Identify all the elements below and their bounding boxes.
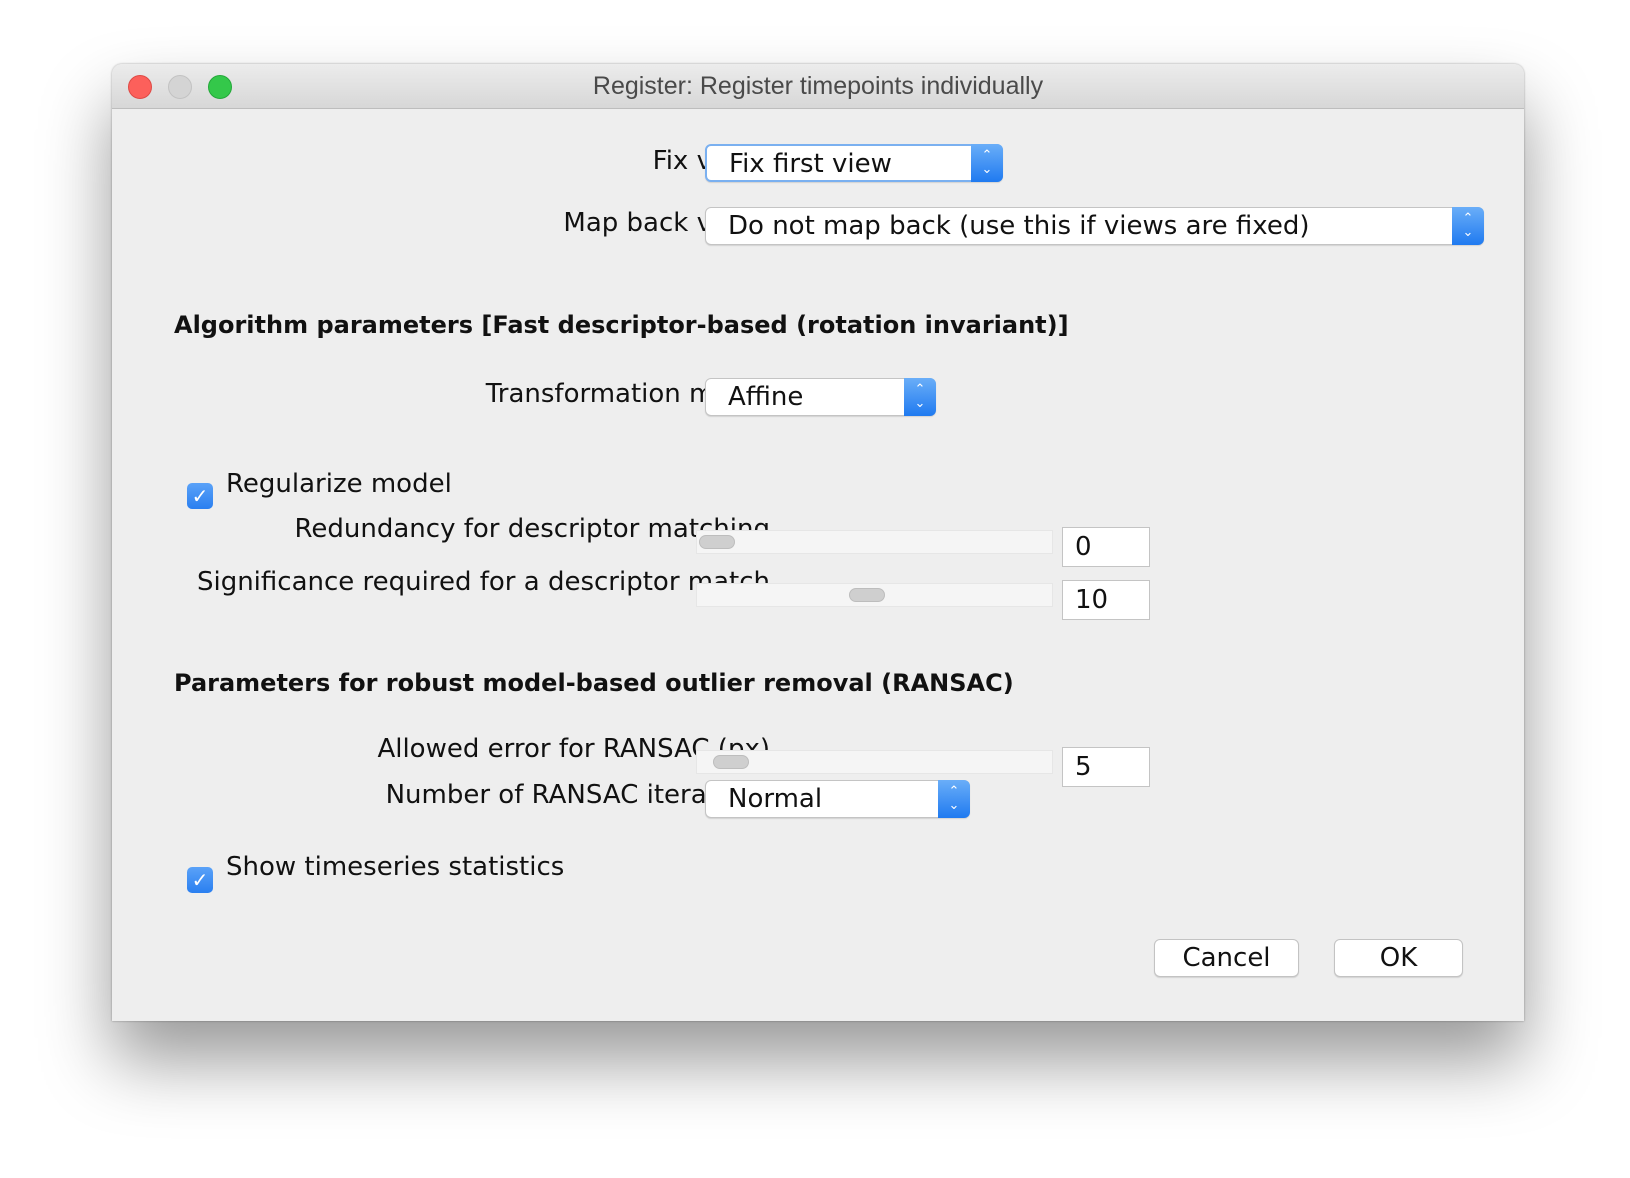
redundancy-slider-thumb[interactable] <box>699 535 735 549</box>
fix-views-selected: Fix first view <box>729 149 892 179</box>
significance-input[interactable]: 10 <box>1062 580 1150 620</box>
title-bar[interactable]: Register: Register timepoints individual… <box>112 64 1524 109</box>
allowed-error-slider[interactable] <box>696 750 1053 774</box>
select-arrows-icon: ⌃ ⌄ <box>1452 207 1484 245</box>
checkmark-icon: ✓ <box>191 484 209 508</box>
show-timeseries-statistics-label: Show timeseries statistics <box>226 852 565 882</box>
ransac-iterations-select[interactable]: Normal ⌃ ⌄ <box>705 780 970 818</box>
map-back-views-select[interactable]: Do not map back (use this if views are f… <box>705 207 1484 245</box>
redundancy-input[interactable]: 0 <box>1062 527 1150 567</box>
transformation-model-select[interactable]: Affine ⌃ ⌄ <box>705 378 936 416</box>
allowed-error-input[interactable]: 5 <box>1062 747 1150 787</box>
select-arrows-icon: ⌃ ⌄ <box>904 378 936 416</box>
map-back-views-selected: Do not map back (use this if views are f… <box>728 211 1310 241</box>
redundancy-slider[interactable] <box>696 530 1053 554</box>
significance-label: Significance required for a descriptor m… <box>196 567 770 597</box>
ransac-iterations-selected: Normal <box>728 784 823 814</box>
select-arrows-icon: ⌃ ⌄ <box>938 780 970 818</box>
regularize-model-checkbox[interactable]: ✓ <box>187 483 213 509</box>
window-title: Register: Register timepoints individual… <box>592 72 1044 100</box>
transformation-model-selected: Affine <box>728 382 804 412</box>
significance-slider[interactable] <box>696 583 1053 607</box>
fix-views-select[interactable]: Fix first view ⌃ ⌄ <box>705 144 1003 182</box>
ransac-parameters-heading: Parameters for robust model-based outlie… <box>174 669 1014 697</box>
allowed-error-slider-thumb[interactable] <box>713 755 749 769</box>
cancel-button[interactable]: Cancel <box>1154 939 1299 977</box>
register-dialog: Register: Register timepoints individual… <box>112 64 1524 1021</box>
checkmark-icon: ✓ <box>191 868 209 892</box>
regularize-model-label: Regularize model <box>226 469 452 499</box>
significance-slider-thumb[interactable] <box>849 588 885 602</box>
algorithm-parameters-heading: Algorithm parameters [Fast descriptor-ba… <box>174 311 1069 339</box>
show-timeseries-statistics-checkbox[interactable]: ✓ <box>187 867 213 893</box>
select-arrows-icon: ⌃ ⌄ <box>971 144 1003 182</box>
ok-button[interactable]: OK <box>1334 939 1463 977</box>
